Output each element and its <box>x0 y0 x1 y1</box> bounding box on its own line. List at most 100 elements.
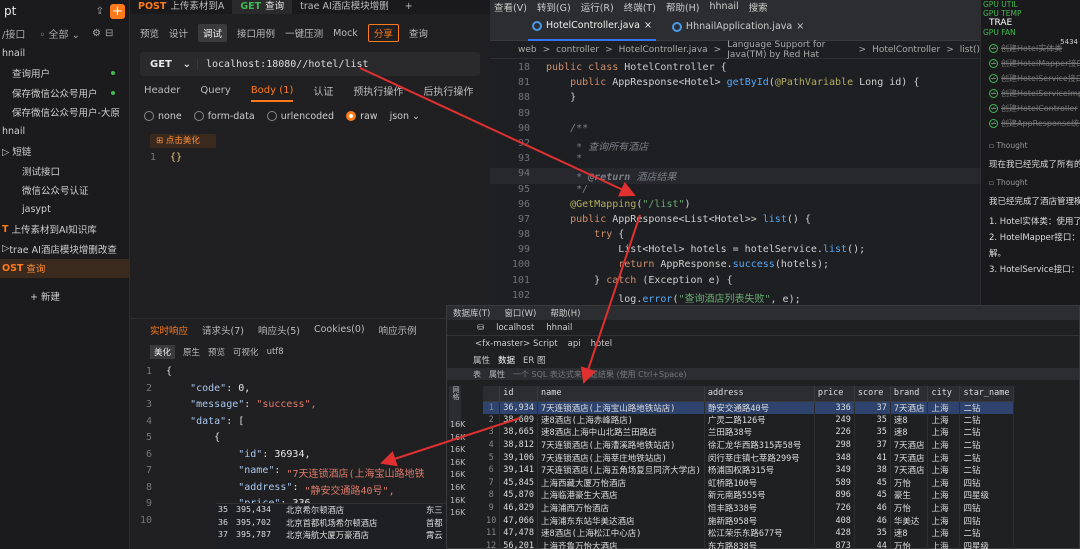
toolbar-item[interactable]: Mock <box>333 28 358 39</box>
editor-tab[interactable]: HotelController.java × <box>528 13 656 41</box>
filter-input[interactable]: 一个 SQL 表达式来过滤结果 (使用 Ctrl+Space) <box>513 369 687 380</box>
column-header[interactable]: brand <box>890 386 929 402</box>
ide-menu-item[interactable]: 终端(T) <box>624 0 656 14</box>
breadcrumb-item[interactable]: HotelController.java <box>619 45 708 55</box>
sidebar-tree-item[interactable]: 保存微信公众号用户-大原 <box>0 103 129 123</box>
response-tab[interactable]: Cookies(0) <box>314 324 365 335</box>
request-tab[interactable]: GET 查询 <box>232 0 293 14</box>
db-menu-item[interactable]: 窗口(W) <box>504 307 536 319</box>
table-row[interactable]: 11 47,478 速8酒店(上海松江中心店) 松江荣乐东路677号 428 35 速8 上海… <box>483 526 1014 540</box>
beautify-button[interactable]: ⊞ 点击美化 <box>150 134 216 148</box>
sidebar-tree-item[interactable]: ▷ trae AI酒店模块增删改查 <box>0 239 129 259</box>
response-view-tab[interactable]: 美化 <box>150 345 176 359</box>
toolbar-item[interactable]: 一键压测 <box>285 26 323 40</box>
response-view-tab[interactable]: utf8 <box>267 347 284 357</box>
list-row[interactable]: 36 395,702 北京首都机场希尔顿酒店 首都 <box>216 517 478 530</box>
body-type-radio[interactable]: raw <box>346 111 378 122</box>
connection-select[interactable]: localhost <box>496 323 534 333</box>
ide-menu-item[interactable]: 运行(R) <box>581 0 614 14</box>
schema-select[interactable]: hhnail <box>546 323 572 333</box>
breadcrumb-item[interactable]: web <box>518 45 537 55</box>
db-menu-item[interactable]: 数据库(T) <box>453 307 490 319</box>
breadcrumb-item[interactable]: controller <box>556 45 599 55</box>
breadcrumb-item[interactable]: Language Support for Java(TM) by Red Hat <box>727 40 852 60</box>
request-section-tab[interactable]: 认证 <box>313 83 333 98</box>
response-tab[interactable]: 实时响应 <box>150 323 188 337</box>
table-row[interactable]: 6 39,141 7天连锁酒店(上海五角场复旦同济大学店) 杨浦国权路315号 349 3… <box>483 463 1014 477</box>
new-tab-icon[interactable]: + <box>397 0 421 14</box>
close-icon[interactable]: × <box>644 20 652 31</box>
sidebar-tree-item[interactable]: hnail <box>0 44 129 64</box>
column-header[interactable]: star_name <box>959 386 1014 402</box>
table-row[interactable]: 10 47,066 上海浦东东站华美达酒店 施新路958号 408 46 华美达 上海 四钻 <box>483 514 1014 527</box>
view-tab-table[interactable]: 表 <box>473 369 481 380</box>
ide-menu-item[interactable]: 搜索 <box>749 0 768 14</box>
list-row[interactable]: 37 395,787 北京海航大厦万豪酒店 霄云 <box>216 529 478 542</box>
column-header[interactable]: score <box>854 386 891 402</box>
request-tab[interactable]: POST 上传素材到A <box>130 0 232 14</box>
result-grid[interactable]: id name address price score brand city star_nam… <box>483 386 1014 549</box>
sidebar-tree-item[interactable]: jasypt <box>0 200 129 220</box>
breadcrumb-item[interactable]: list() <box>960 45 980 55</box>
table-row[interactable]: 2 38,609 速8酒店(上海赤峰路店) 广灵二路126号 249 35 速8 上海 二钻 <box>483 413 1014 427</box>
request-section-tab[interactable]: 预执行操作 <box>353 83 403 98</box>
sidebar-tree-item[interactable]: 测试接口 <box>0 161 129 181</box>
table-row[interactable]: 9 46,829 上海浦西万怡酒店 恒丰路338号 726 46 万怡 上海 四钻 <box>483 501 1014 515</box>
db-editor-tab[interactable]: <fx-master> Script <box>475 339 558 349</box>
table-view-tab[interactable]: 数据 <box>498 354 515 366</box>
response-tab[interactable]: 请求头(7) <box>202 323 244 337</box>
column-header[interactable]: id <box>499 386 538 402</box>
request-section-tab[interactable]: Query <box>200 85 230 96</box>
body-editor[interactable]: 1 {} <box>150 152 490 163</box>
body-type-radio[interactable]: none <box>144 111 182 122</box>
breadcrumb-item[interactable]: HotelController <box>872 45 940 55</box>
response-view-tab[interactable]: 预览 <box>208 346 225 358</box>
table-view-tab[interactable]: 属性 <box>473 354 490 366</box>
column-header[interactable]: price <box>814 386 855 402</box>
table-row[interactable]: 12 56,201 上海齐鲁万怡大酒店 东方路838号 873 44 万怡 上海 四星级 <box>483 539 1014 549</box>
table-row[interactable]: 7 45,845 上海西藏大厦万怡酒店 虹桥路100号 589 45 万怡 上海 四钻 <box>483 476 1014 490</box>
sidebar-tree-item[interactable]: hnail <box>0 122 129 142</box>
ide-menu-item[interactable]: 查看(V) <box>494 0 527 14</box>
db-menu-item[interactable]: 帮助(H) <box>550 307 580 319</box>
request-tab[interactable]: trae AI酒店模块增删 <box>292 0 397 14</box>
table-view-tab[interactable]: ER 图 <box>523 354 545 366</box>
query-button[interactable]: 查询 <box>409 26 428 40</box>
table-row[interactable]: 5 39,106 7天连锁酒店(上海莘庄地铁站店) 闵行莘庄镇七莘路299号 348 41… <box>483 451 1014 464</box>
sidebar-tree-item[interactable]: 微信公众号认证 <box>0 181 129 201</box>
column-header[interactable]: city <box>927 386 961 402</box>
column-header[interactable]: address <box>704 386 815 402</box>
share-button[interactable]: 分享 <box>367 24 399 42</box>
body-type-radio[interactable]: urlencoded <box>266 111 334 122</box>
method-select[interactable]: GET ⌄ <box>140 58 198 70</box>
ide-menu-item[interactable]: 转到(G) <box>537 0 571 14</box>
expand-icon[interactable]: ▷ <box>2 243 9 254</box>
toolbar-item[interactable]: 接口用例 <box>237 26 275 40</box>
close-icon[interactable]: × <box>796 21 804 32</box>
toolbar-item[interactable]: 设计 <box>169 26 188 40</box>
response-view-tab[interactable]: 可视化 <box>233 346 259 358</box>
url-input[interactable]: localhost:18080//hotel/list <box>198 59 369 70</box>
table-row[interactable]: 1 36,934 7天连锁酒店(上海宝山路地铁站店) 静安交通路40号 336 37 7天酒… <box>483 401 1014 414</box>
format-select[interactable]: json ⌄ <box>390 111 420 122</box>
request-section-tab[interactable]: Body (1) <box>250 85 294 102</box>
scope-select[interactable]: ◦ 全部 ⌄ <box>39 26 80 41</box>
list-row[interactable]: 35 395,434 北京希尔顿酒店 东三 <box>216 504 478 517</box>
code-area[interactable]: 18 public class HotelController {81 publi… <box>490 62 980 320</box>
ide-menu-item[interactable]: 帮助(H) <box>666 0 700 14</box>
add-button[interactable]: + <box>110 3 125 19</box>
settings-icon[interactable]: ⚙ <box>92 28 101 39</box>
response-tab[interactable]: 响应示例 <box>379 323 417 337</box>
request-section-tab[interactable]: Header <box>144 85 180 96</box>
response-view-tab[interactable]: 原生 <box>183 346 200 358</box>
table-row[interactable]: 4 38,812 7天连锁酒店(上海漕溪路地铁站店) 徐汇龙华西路315弄58号 298… <box>483 438 1014 452</box>
view-tab-props[interactable]: 属性 <box>489 369 505 380</box>
new-button[interactable]: + 新建 <box>0 286 129 306</box>
body-type-radio[interactable]: form-data <box>193 111 255 122</box>
ide-menu-item[interactable]: hhnail <box>710 1 739 12</box>
sidebar-tree-item[interactable]: ▷ 短链 <box>0 142 129 162</box>
column-header[interactable]: name <box>537 386 705 402</box>
db-editor-tab[interactable]: api <box>568 339 581 349</box>
toolbar-item[interactable]: 调试 <box>198 24 228 42</box>
sidebar-tree-item[interactable]: OST 查询 <box>0 258 129 278</box>
